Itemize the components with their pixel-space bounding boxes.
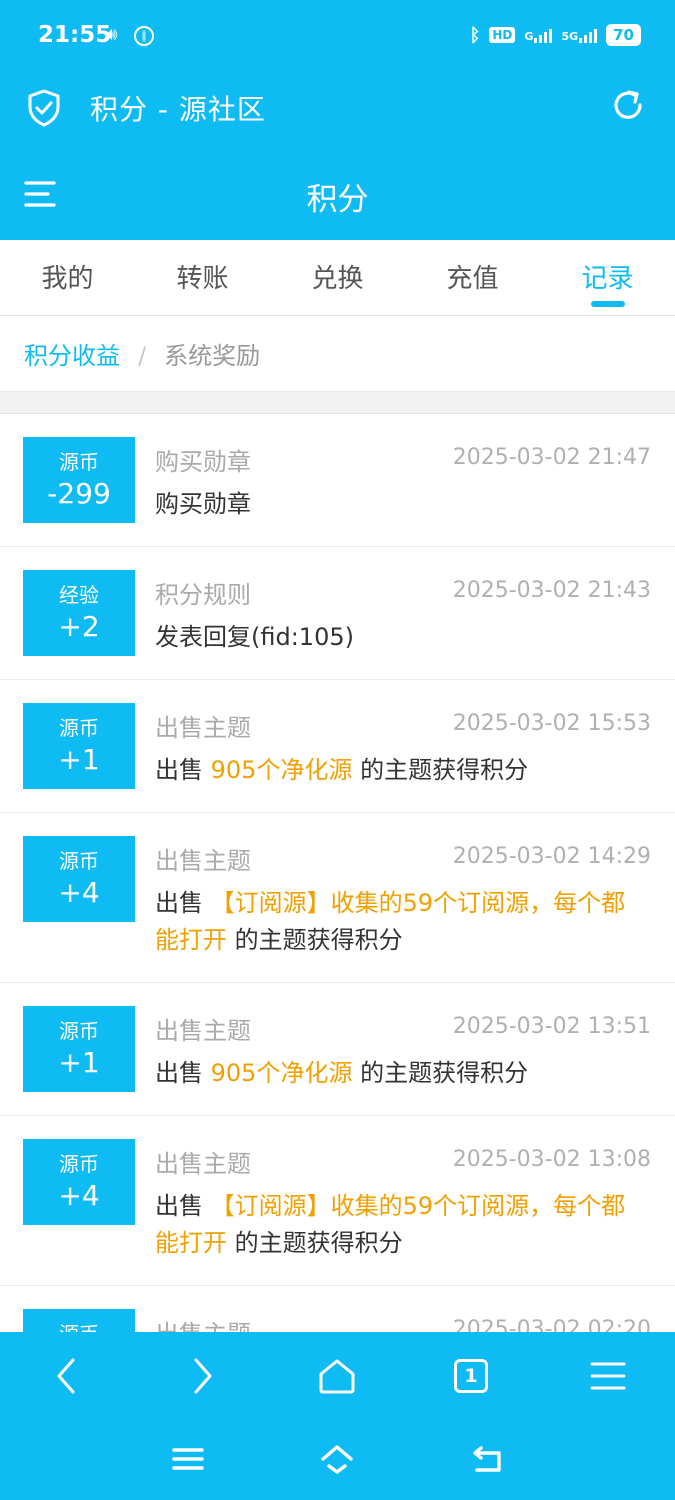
thread-link[interactable]: 905个净化源 — [211, 756, 353, 784]
amount-badge: 源币 +4 — [23, 1139, 135, 1225]
desc-text: 购买勋章 — [155, 490, 251, 518]
home-icon[interactable] — [317, 1356, 357, 1396]
desc-text: 的主题获得积分 — [352, 756, 529, 784]
credit-type: 源币 — [23, 1309, 135, 1332]
page-title: 积分 - 源社区 — [90, 93, 266, 126]
desc-text: 的主题获得积分 — [352, 1059, 529, 1087]
battery-indicator: 70 — [606, 24, 641, 46]
status-bar: 21:55 🔊︎ ∥ ᛒ HD G 5G 70 — [0, 0, 675, 72]
section-divider — [0, 392, 675, 414]
list-item[interactable]: 经验 +2 积分规则 2025-03-02 21:43 发表回复(fid:105… — [0, 547, 675, 680]
credit-amount: +4 — [58, 876, 100, 909]
record-category: 出售主题 — [155, 847, 251, 875]
system-nav-bar — [0, 1422, 675, 1500]
header-title: 积分 — [306, 182, 369, 218]
desc-text: 的主题获得积分 — [227, 926, 403, 954]
desc-text: 出售 — [155, 756, 211, 784]
credit-amount: -299 — [47, 477, 111, 510]
credit-type: 经验 — [59, 583, 99, 607]
credit-type: 源币 — [59, 716, 99, 740]
signal-2-icon: 5G — [561, 27, 598, 43]
bluetooth-icon: ᛒ — [469, 24, 481, 46]
record-time: 2025-03-02 13:08 — [452, 1147, 651, 1172]
subtab-credit-income[interactable]: 积分收益 — [24, 342, 120, 370]
network-label-2: 5G — [561, 30, 579, 43]
list-item[interactable]: 源币 +4 出售主题 2025-03-02 13:08 出售 【订阅源】收集的5… — [0, 1116, 675, 1286]
tab-mine[interactable]: 我的 — [0, 240, 135, 315]
record-description: 购买勋章 — [155, 486, 649, 523]
record-category: 购买勋章 — [155, 448, 251, 476]
chevron-right-icon[interactable] — [182, 1356, 222, 1396]
record-time: 2025-03-02 02:20 — [452, 1317, 651, 1332]
credit-amount: +4 — [58, 1179, 100, 1212]
status-time: 21:55 — [38, 22, 112, 48]
amount-badge: 源币 +1 — [23, 1006, 135, 1092]
record-category: 出售主题 — [155, 714, 251, 742]
credit-type: 源币 — [59, 1152, 99, 1176]
desc-text: 出售 — [155, 1059, 211, 1087]
list-item[interactable]: 源币 +1 出售主题 2025-03-02 15:53 出售 905个净化源 的… — [0, 680, 675, 813]
list-item[interactable]: 源币 +4 出售主题 2025-03-02 14:29 出售 【订阅源】收集的5… — [0, 813, 675, 983]
list-item[interactable]: 源币 -299 购买勋章 2025-03-02 21:47 购买勋章 — [0, 414, 675, 547]
record-description: 发表回复(fid:105) — [155, 619, 649, 656]
tab-count-icon[interactable]: 1 — [454, 1359, 488, 1393]
desc-text: 出售 — [155, 1192, 211, 1220]
data-saver-icon: ∥ — [134, 26, 154, 46]
record-time: 2025-03-02 14:29 — [452, 844, 651, 869]
app-title-bar: 积分 - 源社区 — [0, 72, 675, 156]
system-menu-icon[interactable] — [171, 1442, 205, 1476]
status-icons: ᛒ HD G 5G 70 — [470, 24, 641, 46]
record-category: 出售主题 — [155, 1314, 251, 1332]
record-description: 出售 905个净化源 的主题获得积分 — [155, 752, 649, 789]
subtab-separator: / — [138, 342, 147, 370]
record-category: 出售主题 — [155, 1017, 251, 1045]
record-description: 出售 【订阅源】收集的59个订阅源，每个都能打开 的主题获得积分 — [155, 1188, 649, 1262]
desc-text: 发表回复(fid:105) — [155, 623, 354, 651]
page-header: 积分 — [0, 156, 675, 240]
chevron-left-icon[interactable] — [47, 1356, 87, 1396]
record-description: 出售 905个净化源 的主题获得积分 — [155, 1055, 649, 1092]
refresh-icon[interactable] — [609, 86, 647, 124]
credit-amount: +2 — [58, 610, 100, 643]
credit-type: 源币 — [59, 450, 99, 474]
records-list: 源币 -299 购买勋章 2025-03-02 21:47 购买勋章 经验 +2… — [0, 414, 675, 1332]
thread-link[interactable]: 905个净化源 — [211, 1059, 353, 1087]
desc-text: 的主题获得积分 — [227, 1229, 403, 1257]
main-tabs: 我的 转账 兑换 充值 记录 — [0, 240, 675, 316]
record-time: 2025-03-02 13:51 — [452, 1014, 651, 1039]
browser-toolbar: 1 — [0, 1332, 675, 1422]
amount-badge: 源币 — [23, 1309, 135, 1332]
credit-type: 源币 — [59, 849, 99, 873]
network-label-1: G — [524, 30, 534, 43]
subtab-system-reward[interactable]: 系统奖励 — [164, 342, 260, 370]
system-home-icon[interactable] — [320, 1442, 354, 1476]
credit-type: 源币 — [59, 1019, 99, 1043]
amount-badge: 源币 +4 — [23, 836, 135, 922]
hd-badge: HD — [489, 27, 516, 43]
amount-badge: 源币 -299 — [23, 437, 135, 523]
tab-transfer[interactable]: 转账 — [135, 240, 270, 315]
record-category: 积分规则 — [155, 581, 251, 609]
record-description: 出售 【订阅源】收集的59个订阅源，每个都能打开 的主题获得积分 — [155, 885, 649, 959]
volume-icon: 🔊︎ — [106, 24, 118, 45]
record-time: 2025-03-02 21:47 — [452, 445, 651, 470]
tab-records[interactable]: 记录 — [540, 240, 675, 315]
record-time: 2025-03-02 15:53 — [452, 711, 651, 736]
subtab-bar: 积分收益 / 系统奖励 — [0, 316, 675, 392]
list-item[interactable]: 源币 出售主题 2025-03-02 02:20 — [0, 1286, 675, 1332]
amount-badge: 经验 +2 — [23, 570, 135, 656]
shield-check-icon[interactable] — [26, 88, 62, 128]
tab-recharge[interactable]: 充值 — [405, 240, 540, 315]
desc-text: 出售 — [155, 889, 211, 917]
credit-amount: +1 — [58, 1046, 100, 1079]
record-time: 2025-03-02 21:43 — [452, 578, 651, 603]
credit-amount: +1 — [58, 743, 100, 776]
menu-lines-icon[interactable] — [588, 1356, 628, 1396]
tab-exchange[interactable]: 兑换 — [270, 240, 405, 315]
system-back-icon[interactable] — [471, 1442, 505, 1476]
signal-1-icon: G — [524, 27, 553, 43]
amount-badge: 源币 +1 — [23, 703, 135, 789]
record-category: 出售主题 — [155, 1150, 251, 1178]
list-item[interactable]: 源币 +1 出售主题 2025-03-02 13:51 出售 905个净化源 的… — [0, 983, 675, 1116]
